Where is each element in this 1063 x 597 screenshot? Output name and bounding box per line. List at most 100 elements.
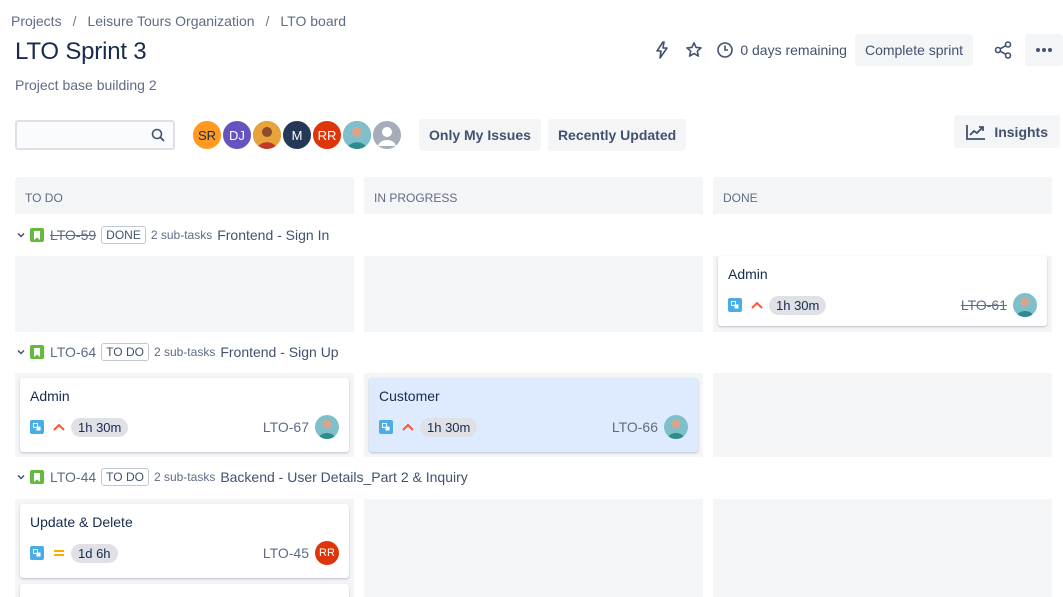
person-photo-icon (253, 121, 281, 149)
assignee-avatar[interactable] (1013, 293, 1037, 317)
sprint-goal: Project base building 2 (15, 77, 157, 93)
avatar-initials: RR (317, 127, 337, 143)
chevron-down-icon[interactable] (15, 471, 27, 483)
avatar-photo[interactable] (251, 119, 283, 151)
card-key[interactable]: LTO-45 (263, 545, 309, 561)
assignee-avatar[interactable] (315, 415, 339, 439)
star-button[interactable] (678, 34, 710, 66)
user-icon (378, 127, 396, 146)
card-key[interactable]: LTO-67 (263, 419, 309, 435)
issue-card[interactable]: Customer 1h 30m LTO-66 (369, 378, 698, 452)
issue-card[interactable]: Admin 1h 30m LTO-61 (718, 256, 1047, 326)
column-header-in-progress: IN PROGRESS (364, 177, 703, 214)
avatar-initials: M (291, 127, 303, 143)
column-header-done: DONE (713, 177, 1052, 214)
search-input[interactable] (15, 120, 175, 150)
swimlane-title: Backend - User Details_Part 2 & Inquiry (220, 469, 468, 485)
swimlane-title: Frontend - Sign In (217, 227, 330, 243)
breadcrumb: Projects / Leisure Tours Organization / … (11, 13, 346, 29)
column-title: IN PROGRESS (374, 191, 458, 205)
assignee-avatars: SR DJ M RR (191, 119, 403, 151)
subtask-icon (728, 298, 742, 312)
breadcrumb-project[interactable]: Leisure Tours Organization (87, 13, 254, 29)
complete-sprint-button[interactable]: Complete sprint (854, 34, 973, 66)
star-icon (686, 42, 703, 57)
more-button[interactable] (1025, 34, 1063, 66)
priority-high-icon (750, 300, 764, 310)
person-photo-icon (1013, 293, 1037, 317)
swimlane-header[interactable]: LTO-59 DONE 2 sub-tasks Frontend - Sign … (15, 226, 329, 244)
time-estimate: 1h 30m (71, 417, 129, 437)
time-estimate: 1h 30m (420, 417, 478, 437)
issue-card[interactable]: Update & Delete 1d 6h LTO-45 RR (20, 504, 349, 578)
breadcrumb-separator: / (72, 13, 77, 29)
share-icon (994, 41, 1012, 59)
search-icon (151, 128, 165, 142)
time-estimate: 1d 6h (71, 543, 118, 563)
avatar-unassigned[interactable] (371, 119, 403, 151)
status-badge: TO DO (101, 343, 149, 361)
story-icon (30, 228, 44, 242)
subtask-count: 2 sub-tasks (150, 228, 213, 242)
issue-key[interactable]: LTO-44 (50, 469, 96, 485)
person-photo-icon (343, 121, 371, 149)
issue-card[interactable] (20, 584, 349, 597)
clock-icon (717, 42, 734, 58)
swimlane-header[interactable]: LTO-44 TO DO 2 sub-tasks Backend - User … (15, 468, 468, 486)
swimlane-header[interactable]: LTO-64 TO DO 2 sub-tasks Frontend - Sign… (15, 343, 339, 361)
assignee-avatar[interactable]: RR (315, 541, 339, 565)
recently-updated-button[interactable]: Recently Updated (547, 119, 687, 151)
header-actions: 0 days remaining Complete sprint (646, 34, 1063, 66)
share-button[interactable] (987, 34, 1019, 66)
time-estimate: 1h 30m (769, 295, 827, 315)
chevron-down-icon[interactable] (15, 346, 27, 358)
card-title: Admin (728, 266, 768, 282)
avatar-initials: SR (197, 127, 217, 143)
issue-key[interactable]: LTO-59 (50, 227, 96, 243)
page-title: LTO Sprint 3 (15, 38, 147, 65)
story-icon (30, 345, 44, 359)
column-title: DONE (723, 191, 758, 205)
status-badge: DONE (101, 226, 146, 244)
swimlane-title: Frontend - Sign Up (220, 344, 339, 360)
time-remaining: 0 days remaining (716, 41, 847, 59)
priority-high-icon (401, 422, 415, 432)
board-cell (364, 256, 703, 332)
board-cell (713, 373, 1052, 457)
board-cell (15, 256, 354, 332)
story-icon (30, 470, 44, 484)
board-cell (713, 499, 1052, 597)
subtask-icon (379, 420, 393, 434)
breadcrumb-projects[interactable]: Projects (11, 13, 62, 29)
avatar-initials: RR (319, 547, 335, 559)
issue-key[interactable]: LTO-64 (50, 344, 96, 360)
breadcrumb-board[interactable]: LTO board (280, 13, 346, 29)
card-title: Update & Delete (30, 514, 133, 530)
insights-button[interactable]: Insights (954, 115, 1060, 148)
status-badge: TO DO (101, 468, 149, 486)
avatar[interactable]: M (281, 119, 313, 151)
priority-medium-icon (52, 548, 66, 558)
avatar-photo[interactable] (341, 119, 373, 151)
chevron-down-icon[interactable] (15, 229, 27, 241)
subtask-count: 2 sub-tasks (153, 470, 216, 484)
quick-filters: Only My Issues Recently Updated (419, 119, 687, 151)
column-title: TO DO (25, 191, 63, 205)
card-key[interactable]: LTO-61 (961, 297, 1007, 313)
person-photo-icon (664, 415, 688, 439)
issue-card[interactable]: Admin 1h 30m LTO-67 (20, 378, 349, 452)
avatar[interactable]: DJ (221, 119, 253, 151)
insights-label: Insights (994, 123, 1048, 140)
avatar-initials: DJ (229, 127, 245, 143)
person-photo-icon (315, 415, 339, 439)
board-cell (364, 499, 703, 597)
automation-button[interactable] (646, 34, 678, 66)
only-my-issues-button[interactable]: Only My Issues (419, 119, 541, 151)
card-key[interactable]: LTO-66 (612, 419, 658, 435)
priority-high-icon (52, 422, 66, 432)
lightning-icon (656, 41, 669, 59)
avatar[interactable]: SR (191, 119, 223, 151)
assignee-avatar[interactable] (664, 415, 688, 439)
subtask-count: 2 sub-tasks (153, 345, 216, 359)
avatar[interactable]: RR (311, 119, 343, 151)
